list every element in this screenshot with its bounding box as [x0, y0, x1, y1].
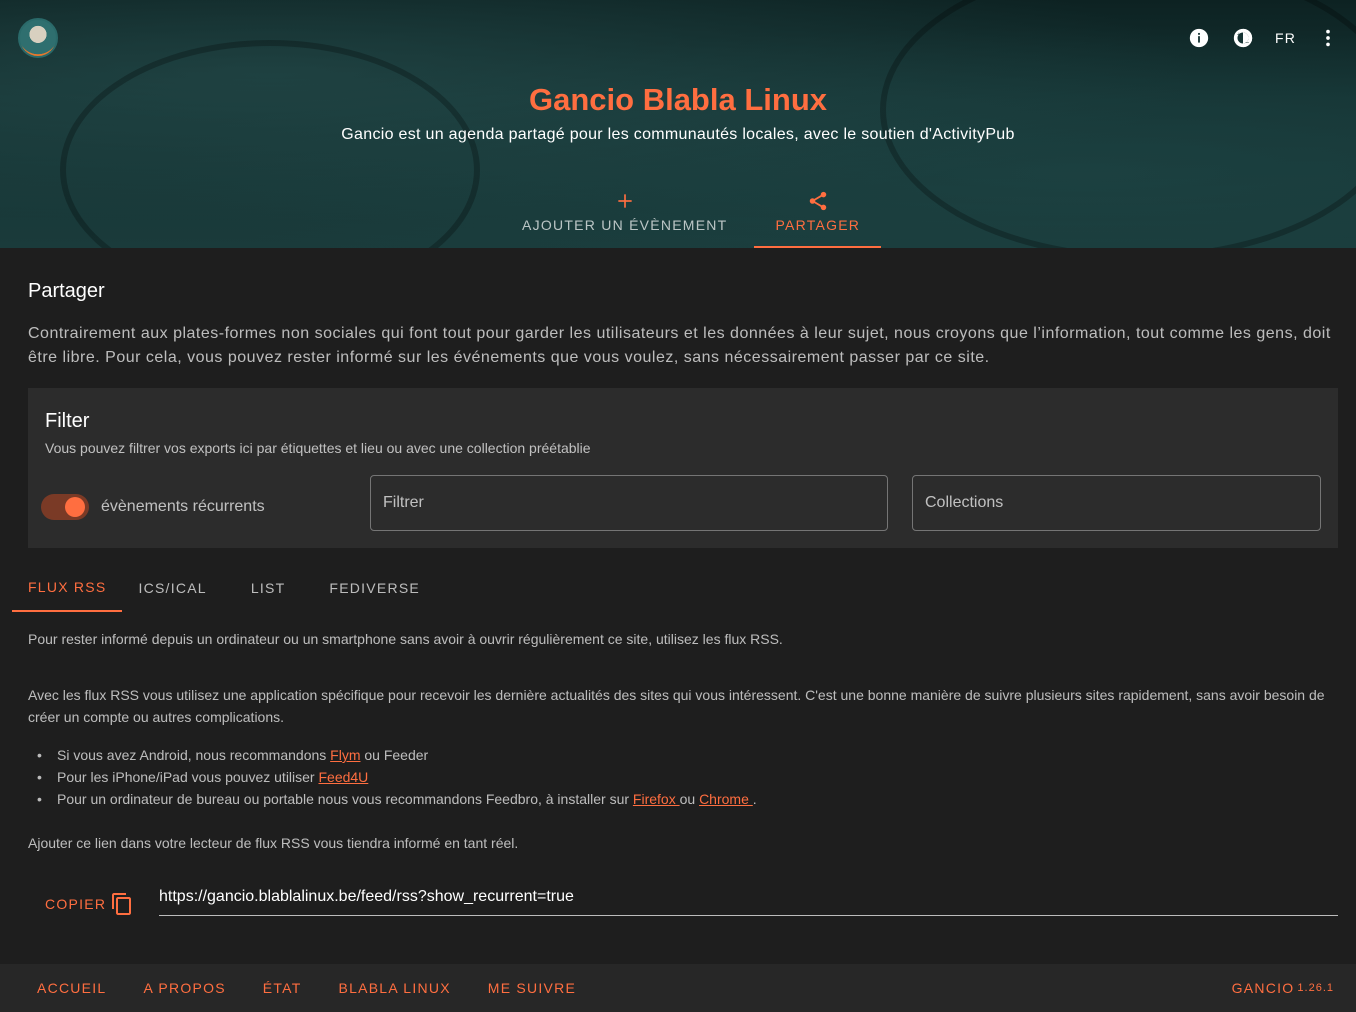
- footer-link-home[interactable]: Accueil: [37, 980, 106, 996]
- rss-paragraph: Pour rester informé depuis un ordinateur…: [28, 631, 783, 647]
- site-description: Gancio est un agenda partagé pour les co…: [341, 126, 1015, 143]
- recurrent-events-toggle[interactable]: [41, 494, 89, 520]
- filter-panel: Filter Vous pouvez filtrer vos exports i…: [28, 388, 1338, 548]
- toggle-knob: [65, 497, 85, 517]
- tab-share[interactable]: Partager: [754, 186, 882, 248]
- firefox-link[interactable]: Firefox: [633, 791, 680, 807]
- tab-fediverse[interactable]: Fediverse: [307, 564, 442, 612]
- export-tabs: Flux RSS ics/ical List Fediverse: [12, 564, 442, 612]
- app-name: Gancio: [1231, 980, 1295, 996]
- app-version[interactable]: Gancio 1.26.1: [1232, 964, 1334, 1012]
- collections-select-placeholder: Collections: [925, 494, 1004, 511]
- filter-input[interactable]: Filtrer: [370, 475, 888, 531]
- list-item: Si vous avez Android, nous recommandons …: [28, 744, 1338, 766]
- tab-ics[interactable]: ics/ical: [122, 564, 222, 612]
- chrome-link[interactable]: Chrome: [699, 791, 753, 807]
- flym-link[interactable]: Flym: [330, 747, 360, 763]
- footer-link-status[interactable]: État: [263, 980, 302, 996]
- site-title: Gancio Blabla Linux: [529, 82, 827, 117]
- theme-toggle-icon[interactable]: + −: [1231, 26, 1255, 50]
- footer-link-about[interactable]: A propos: [143, 980, 225, 996]
- list-item-text: ou: [679, 791, 700, 807]
- rss-paragraph: Ajouter ce lien dans votre lecteur de fl…: [28, 835, 519, 851]
- share-icon: [807, 189, 829, 213]
- site-header: + − FR Gancio Blabla Linux Gancio est un …: [0, 0, 1356, 248]
- list-item-text: ou Feeder: [360, 747, 429, 763]
- tab-add-event-label: Ajouter un évènement: [522, 217, 728, 233]
- filter-title: Filter: [45, 410, 90, 432]
- rss-paragraph: Avec les flux RSS vous utilisez une appl…: [28, 687, 1325, 725]
- header-nav: Ajouter un évènement Partager: [506, 186, 882, 248]
- site-logo[interactable]: [18, 18, 58, 58]
- collections-select[interactable]: Collections: [912, 475, 1321, 531]
- copy-button-label: Copier: [45, 896, 107, 912]
- header-decoration: [60, 40, 480, 248]
- more-vert-icon[interactable]: [1316, 26, 1340, 50]
- footer-link-blabla-linux[interactable]: Blabla Linux: [339, 980, 451, 996]
- filter-input-placeholder: Filtrer: [383, 494, 424, 511]
- recurrent-events-label: évènements récurrents: [101, 498, 265, 515]
- svg-text:+: +: [1237, 32, 1242, 38]
- svg-text:−: −: [1245, 40, 1250, 46]
- footer-link-follow[interactable]: Me suivre: [488, 980, 576, 996]
- info-icon[interactable]: [1187, 26, 1211, 50]
- list-item-text: Pour les iPhone/iPad vous pouvez utilise…: [57, 769, 319, 785]
- list-item: Pour les iPhone/iPad vous pouvez utilise…: [28, 766, 1338, 788]
- plus-icon: [615, 189, 635, 213]
- site-footer: Accueil A propos État Blabla Linux Me su…: [0, 964, 1356, 1012]
- version-number: 1.26.1: [1297, 982, 1334, 994]
- copy-icon: [110, 892, 134, 916]
- list-item-text: Si vous avez Android, nous recommandons: [57, 747, 331, 763]
- list-item: Pour un ordinateur de bureau ou portable…: [28, 788, 1338, 810]
- list-item-text: .: [752, 791, 757, 807]
- top-actions: + − FR: [1167, 26, 1340, 50]
- share-card: Partager Contrairement aux plates-formes…: [12, 260, 1354, 952]
- filter-subtitle: Vous pouvez filtrer vos exports ici par …: [45, 440, 591, 456]
- list-item-text: Pour un ordinateur de bureau ou portable…: [57, 791, 633, 807]
- rss-url-field[interactable]: https://gancio.blablalinux.be/feed/rss?s…: [159, 882, 1338, 916]
- copy-button[interactable]: Copier: [45, 890, 134, 918]
- feed4u-link[interactable]: Feed4U: [318, 769, 368, 785]
- tab-share-label: Partager: [775, 217, 861, 233]
- page-title: Partager: [28, 280, 105, 302]
- tab-add-event[interactable]: Ajouter un évènement: [506, 186, 743, 248]
- rss-reader-list: Si vous avez Android, nous recommandons …: [28, 744, 1338, 810]
- share-intro: Contrairement aux plates-formes non soci…: [28, 325, 1331, 366]
- language-selector[interactable]: FR: [1275, 30, 1296, 46]
- tab-rss[interactable]: Flux RSS: [12, 564, 123, 612]
- tab-list[interactable]: List: [223, 564, 308, 612]
